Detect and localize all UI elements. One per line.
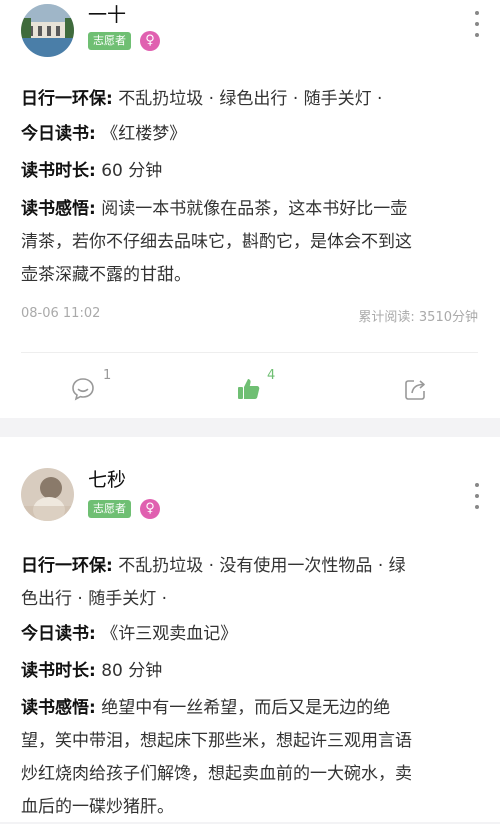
insight-text: 壶茶深藏不露的甘甜。 [21,265,191,285]
action-bar: 1 4 [0,368,500,408]
book-label: 今日读书: [21,124,96,144]
eco-label: 日行一环保: [21,556,113,576]
post-card: 七秒 志愿者 ♀ 日行一环保: 不乱扔垃圾 · 没有使用一次性物品 · 绿 色出… [0,437,500,822]
insight-text: 清茶，若你不仔细去品味它，斟酌它，是体会不到这 [21,232,412,252]
female-icon: ♀ [140,31,160,51]
insight-text: 阅读一本书就像在品茶，这本书好比一壶 [101,199,408,219]
insight-text: 望，笑中带泪，想起床下那些米，想起许三观用言语 [21,731,412,751]
duration-value: 80 分钟 [101,661,163,681]
like-count: 4 [267,368,276,383]
book-value: 《许三观卖血记》 [101,624,238,644]
eco-line: 日行一环保: 不乱扔垃圾 · 没有使用一次性物品 · 绿 色出行 · 随手关灯 … [21,550,478,616]
eco-value: 色出行 · 随手关灯 · [21,589,168,609]
insight-label: 读书感悟: [21,199,96,219]
duration-line: 读书时长: 60 分钟 [21,155,478,188]
insight-text: 绝望中有一丝希望，而后又是无边的绝 [101,698,391,718]
eco-line: 日行一环保: 不乱扔垃圾 · 绿色出行 · 随手关灯 · [21,83,478,116]
book-label: 今日读书: [21,624,96,644]
eco-value: 不乱扔垃圾 · 绿色出行 · 随手关灯 · [118,89,383,109]
eco-label: 日行一环保: [21,89,113,109]
insight-block: 读书感悟: 阅读一本书就像在品茶，这本书好比一壶 清茶，若你不仔细去品味它，斟酌… [21,193,478,292]
volunteer-badge: 志愿者 [88,500,131,518]
more-options-icon[interactable] [472,11,482,37]
volunteer-badge: 志愿者 [88,32,131,50]
divider [21,352,478,353]
post-time: 08-06 11:02 [21,306,101,321]
share-icon [405,380,425,400]
insight-label: 读书感悟: [21,698,96,718]
duration-line: 读书时长: 80 分钟 [21,655,478,688]
post-card: 一十 志愿者 ♀ 日行一环保: 不乱扔垃圾 · 绿色出行 · 随手关灯 · 今日… [0,0,500,418]
book-line: 今日读书: 《许三观卖血记》 [21,618,478,651]
username[interactable]: 一十 [88,3,126,27]
avatar[interactable] [21,468,74,521]
insight-block: 读书感悟: 绝望中有一丝希望，而后又是无边的绝 望，笑中带泪，想起床下那些米，想… [21,692,478,824]
username[interactable]: 七秒 [88,468,126,492]
avatar[interactable] [21,4,74,57]
comment-icon [72,378,94,401]
duration-value: 60 分钟 [101,161,163,181]
like-button[interactable]: 4 [236,368,286,408]
insight-text: 血后的一碟炒猪肝。 [21,797,174,817]
book-line: 今日读书: 《红楼梦》 [21,118,478,151]
post-meta: 08-06 11:02 累计阅读: 3510分钟 [21,306,478,325]
comment-button[interactable]: 1 [70,368,120,408]
book-value: 《红楼梦》 [101,124,187,144]
thumbs-up-icon [238,379,260,399]
duration-label: 读书时长: [21,161,96,181]
total-reading: 累计阅读: 3510分钟 [358,310,478,325]
duration-label: 读书时长: [21,661,96,681]
female-icon: ♀ [140,499,160,519]
eco-value: 不乱扔垃圾 · 没有使用一次性物品 · 绿 [118,556,406,576]
share-button[interactable] [403,368,433,408]
insight-text: 炒红烧肉给孩子们解馋，想起卖血前的一大碗水，卖 [21,764,412,784]
more-options-icon[interactable] [472,483,482,509]
comment-count: 1 [103,368,112,383]
